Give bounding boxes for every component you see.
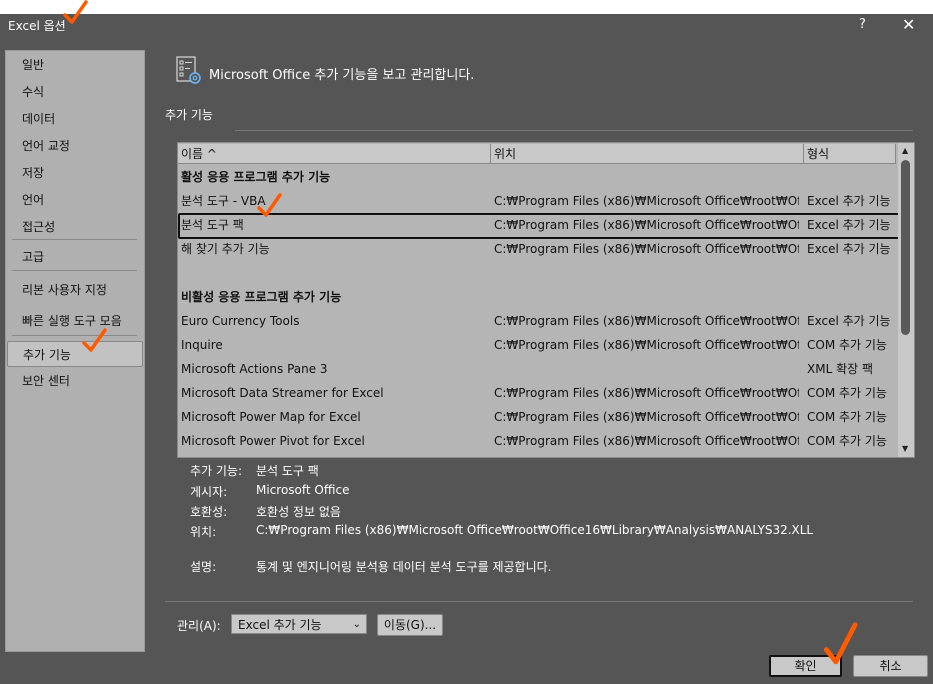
row-type: Excel 추가 기능 xyxy=(807,218,891,232)
column-header-name[interactable]: 이름 ^ xyxy=(178,144,491,164)
header-description: Microsoft Office 추가 기능을 보고 관리합니다. xyxy=(209,68,475,83)
check-mark-icon xyxy=(823,622,858,665)
row-type: COM 추가 기능 xyxy=(807,338,887,352)
check-mark-icon xyxy=(82,328,107,352)
row-type: XML 확장 팩 xyxy=(807,362,874,376)
list-scrollbar[interactable]: ▲ ▼ xyxy=(898,143,914,457)
table-row-selected[interactable]: 분석 도구 팩 C:₩Program Files (x86)₩Microsoft… xyxy=(178,213,900,239)
scroll-up-icon[interactable]: ▲ xyxy=(902,146,908,155)
addins-settings-icon xyxy=(176,56,201,84)
row-location: C:₩Program Files (x86)₩Microsoft Office₩… xyxy=(494,314,799,328)
sidebar-item-save[interactable]: 저장 xyxy=(7,160,143,186)
row-name: Inquire xyxy=(181,338,223,352)
row-name: 분석 도구 - VBA xyxy=(181,194,266,208)
excel-options-dialog: Excel 옵션 ? ✕ 일반 수식 데이터 언어 교정 저장 언어 접근성 고… xyxy=(0,14,933,684)
row-type: Excel 추가 기능 xyxy=(807,242,891,256)
row-name: Microsoft Data Streamer for Excel xyxy=(181,386,384,400)
section-divider xyxy=(235,130,913,131)
dialog-title: Excel 옵션 xyxy=(8,19,66,33)
row-type: COM 추가 기능 xyxy=(807,410,887,424)
title-bar: Excel 옵션 ? ✕ xyxy=(0,14,933,40)
group-label: 비활성 응용 프로그램 추가 기능 xyxy=(181,290,342,304)
table-row[interactable]: Microsoft Power Pivot for Excel C:₩Progr… xyxy=(178,429,898,453)
sidebar-item-quick-access-toolbar[interactable]: 빠른 실행 도구 모음 xyxy=(7,308,143,334)
table-row[interactable]: Microsoft Actions Pane 3 XML 확장 팩 xyxy=(178,357,898,381)
row-location: C:₩Program Files (x86)₩Microsoft Office₩… xyxy=(494,242,799,256)
sidebar-item-general[interactable]: 일반 xyxy=(7,52,143,78)
sidebar-item-proofing[interactable]: 언어 교정 xyxy=(7,133,143,159)
options-sidebar: 일반 수식 데이터 언어 교정 저장 언어 접근성 고급 리본 사용자 지정 빠… xyxy=(5,50,145,652)
detail-publisher-value: Microsoft Office xyxy=(256,483,350,497)
bottom-divider xyxy=(165,601,913,602)
row-location: C:₩Program Files (x86)₩Microsoft Office₩… xyxy=(494,338,799,352)
table-row[interactable]: 해 찾기 추가 기능 C:₩Program Files (x86)₩Micros… xyxy=(178,237,898,261)
go-button[interactable]: 이동(G)... xyxy=(377,614,443,636)
sidebar-item-trust-center[interactable]: 보안 센터 xyxy=(7,368,143,394)
detail-compat-label: 호환성: xyxy=(190,505,228,519)
row-location: C:₩Program Files (x86)₩Microsoft Office₩… xyxy=(494,194,799,208)
row-location: C:₩Program Files (x86)₩Microsoft Office₩… xyxy=(494,218,799,232)
group-label: 활성 응용 프로그램 추가 기능 xyxy=(181,170,331,184)
sidebar-item-formulas[interactable]: 수식 xyxy=(7,79,143,105)
scrollbar-thumb[interactable] xyxy=(901,160,910,335)
group-header-inactive: 비활성 응용 프로그램 추가 기능 xyxy=(178,285,898,309)
check-mark-icon xyxy=(257,193,282,217)
sidebar-divider xyxy=(12,239,137,240)
row-name: Euro Currency Tools xyxy=(181,314,300,328)
row-location: C:₩Program Files (x86)₩Microsoft Office₩… xyxy=(494,410,799,424)
addins-list: 이름 ^ 위치 형식 활성 응용 프로그램 추가 기능 분석 도구 - VBA … xyxy=(177,142,915,458)
manage-label: 관리(A): xyxy=(177,619,221,633)
detail-desc-value: 통계 및 엔지니어링 분석용 데이터 분석 도구를 제공합니다. xyxy=(256,560,552,574)
row-name: Microsoft Power Pivot for Excel xyxy=(181,434,365,448)
row-type: COM 추가 기능 xyxy=(807,434,887,448)
row-name: Microsoft Power Map for Excel xyxy=(181,410,361,424)
help-button[interactable]: ? xyxy=(859,17,866,32)
detail-desc-label: 설명: xyxy=(190,560,217,574)
chevron-down-icon: ⌄ xyxy=(352,619,361,630)
group-header-active: 활성 응용 프로그램 추가 기능 xyxy=(178,165,898,189)
row-location: C:₩Program Files (x86)₩Microsoft Office₩… xyxy=(494,434,799,448)
row-type: Excel 추가 기능 xyxy=(807,314,891,328)
sidebar-item-accessibility[interactable]: 접근성 xyxy=(7,214,143,240)
table-row[interactable]: Inquire C:₩Program Files (x86)₩Microsoft… xyxy=(178,333,898,357)
column-header-location[interactable]: 위치 xyxy=(491,144,804,164)
table-row[interactable]: Euro Currency Tools C:₩Program Files (x8… xyxy=(178,309,898,333)
row-location: C:₩Program Files (x86)₩Microsoft Office₩… xyxy=(494,386,799,400)
check-mark-icon xyxy=(63,0,88,24)
detail-location-label: 위치: xyxy=(190,525,217,539)
sidebar-item-advanced[interactable]: 고급 xyxy=(7,244,143,270)
detail-publisher-label: 게시자: xyxy=(190,485,228,499)
row-type: Excel 추가 기능 xyxy=(807,194,891,208)
row-name: 분석 도구 팩 xyxy=(181,218,244,232)
sidebar-item-data[interactable]: 데이터 xyxy=(7,106,143,132)
detail-compat-value: 호환성 정보 없음 xyxy=(256,505,341,519)
sidebar-divider xyxy=(12,335,137,336)
table-row[interactable]: Microsoft Data Streamer for Excel C:₩Pro… xyxy=(178,381,898,405)
sidebar-divider xyxy=(12,270,137,271)
section-title: 추가 기능 xyxy=(165,108,213,122)
column-header-type[interactable]: 형식 xyxy=(804,144,896,164)
cancel-button[interactable]: 취소 xyxy=(853,655,928,677)
detail-location-value: C:₩Program Files (x86)₩Microsoft Office₩… xyxy=(256,523,814,537)
manage-dropdown[interactable]: Excel 추가 기능 ⌄ xyxy=(231,614,367,634)
row-type: COM 추가 기능 xyxy=(807,386,887,400)
row-name: 해 찾기 추가 기능 xyxy=(181,242,270,256)
addin-details: 추가 기능: 분석 도구 팩 게시자: Microsoft Office 호환성… xyxy=(190,458,910,578)
manage-selected-value: Excel 추가 기능 xyxy=(238,618,322,632)
detail-addin-label: 추가 기능: xyxy=(190,464,243,478)
row-name: Microsoft Actions Pane 3 xyxy=(181,362,328,376)
sidebar-item-customize-ribbon[interactable]: 리본 사용자 지정 xyxy=(7,277,143,303)
table-row[interactable]: Microsoft Power Map for Excel C:₩Program… xyxy=(178,405,898,429)
scroll-down-icon[interactable]: ▼ xyxy=(902,444,908,453)
detail-addin-value: 분석 도구 팩 xyxy=(256,464,319,478)
table-row[interactable]: 분석 도구 - VBA C:₩Program Files (x86)₩Micro… xyxy=(178,189,898,213)
sidebar-item-language[interactable]: 언어 xyxy=(7,187,143,213)
close-button[interactable]: ✕ xyxy=(902,15,915,34)
sidebar-item-addins[interactable]: 추가 기능 xyxy=(7,341,143,367)
